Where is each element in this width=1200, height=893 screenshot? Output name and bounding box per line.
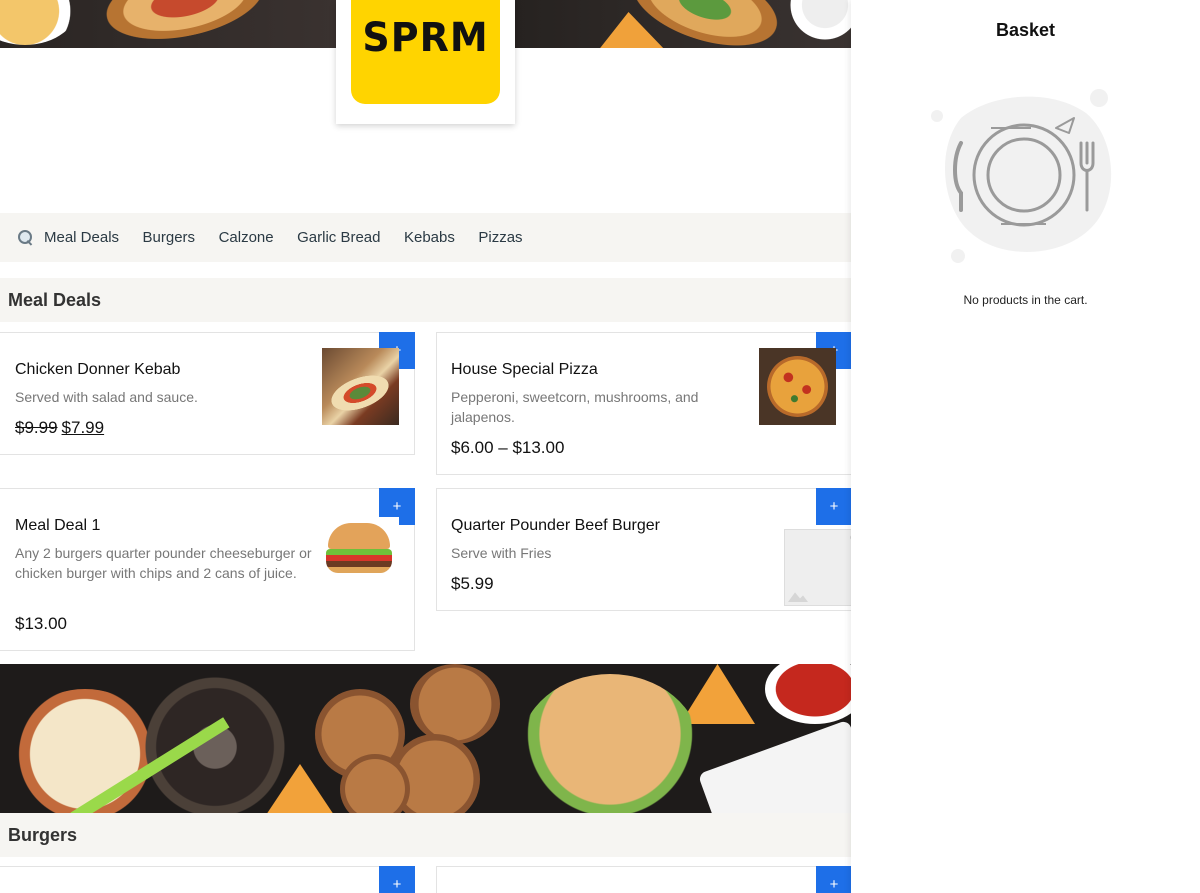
empty-plate-icon (931, 89, 1112, 263)
product-card-house-special-pizza[interactable]: + House Special Pizza Pepperoni, sweetco… (436, 332, 851, 475)
product-name: House Special Pizza (451, 361, 598, 378)
section-banner-image (0, 664, 851, 813)
product-card-quarter-pounder-beef-burger[interactable]: + Quarter Pounder Beef Burger Serve with… (436, 488, 851, 611)
product-card-meal-deal-1[interactable]: + Meal Deal 1 Any 2 burgers quarter poun… (0, 488, 415, 651)
logo-text: SPRM (362, 14, 489, 61)
product-description: Serve with Fries (451, 545, 552, 561)
nav-item-kebabs[interactable]: Kebabs (404, 229, 455, 246)
nav-item-garlic-bread[interactable]: Garlic Bread (297, 229, 380, 246)
product-name: Chicken Donner Kebab (15, 361, 181, 378)
product-card-chicken-donner-kebab[interactable]: + Chicken Donner Kebab Served with salad… (0, 332, 415, 455)
add-to-cart-button[interactable]: + (816, 488, 851, 525)
category-nav: Meal Deals Burgers Calzone Garlic Bread … (0, 213, 851, 262)
restaurant-logo[interactable]: SPRM (336, 0, 515, 124)
search-icon[interactable] (18, 229, 34, 246)
product-description: Served with salad and sauce. (15, 389, 198, 405)
product-price: $6.00 – $13.00 (451, 438, 565, 457)
basket-title: Basket (995, 20, 1056, 40)
product-price: $9.99 $7.99 (15, 418, 104, 438)
nav-item-burgers[interactable]: Burgers (143, 229, 196, 246)
image-placeholder-icon[interactable] (784, 529, 851, 606)
product-image[interactable] (322, 348, 399, 425)
menu-main: SPRM Meal Deals Burgers Calzone Garlic B… (0, 0, 851, 893)
product-description: Pepperoni, sweetcorn, mushrooms, and jal… (451, 389, 699, 425)
nav-item-meal-deals[interactable]: Meal Deals (44, 229, 119, 246)
product-image[interactable] (322, 517, 399, 581)
product-image[interactable] (759, 348, 836, 425)
product-sale-price: $7.99 (61, 418, 105, 437)
product-price: $5.99 (451, 574, 494, 593)
section-title-burgers: Burgers (0, 813, 851, 857)
product-name: Quarter Pounder Beef Burger (451, 517, 661, 534)
add-to-cart-button[interactable]: + (816, 866, 851, 893)
nav-item-pizzas[interactable]: Pizzas (478, 229, 522, 246)
add-to-cart-button[interactable]: + (379, 866, 415, 893)
product-card[interactable]: + (0, 866, 415, 893)
product-price: $13.00 (15, 614, 67, 633)
section-title-meal-deals: Meal Deals (0, 278, 851, 322)
empty-cart-message: No products in the cart. (963, 293, 1088, 307)
product-card[interactable]: + (436, 866, 851, 893)
basket-panel: Basket No products in the cart. (851, 0, 1200, 893)
product-name: Meal Deal 1 (15, 517, 101, 534)
product-description: Any 2 burgers quarter pounder cheeseburg… (15, 545, 312, 581)
product-old-price: $9.99 (15, 418, 58, 437)
nav-item-calzone[interactable]: Calzone (219, 229, 274, 246)
